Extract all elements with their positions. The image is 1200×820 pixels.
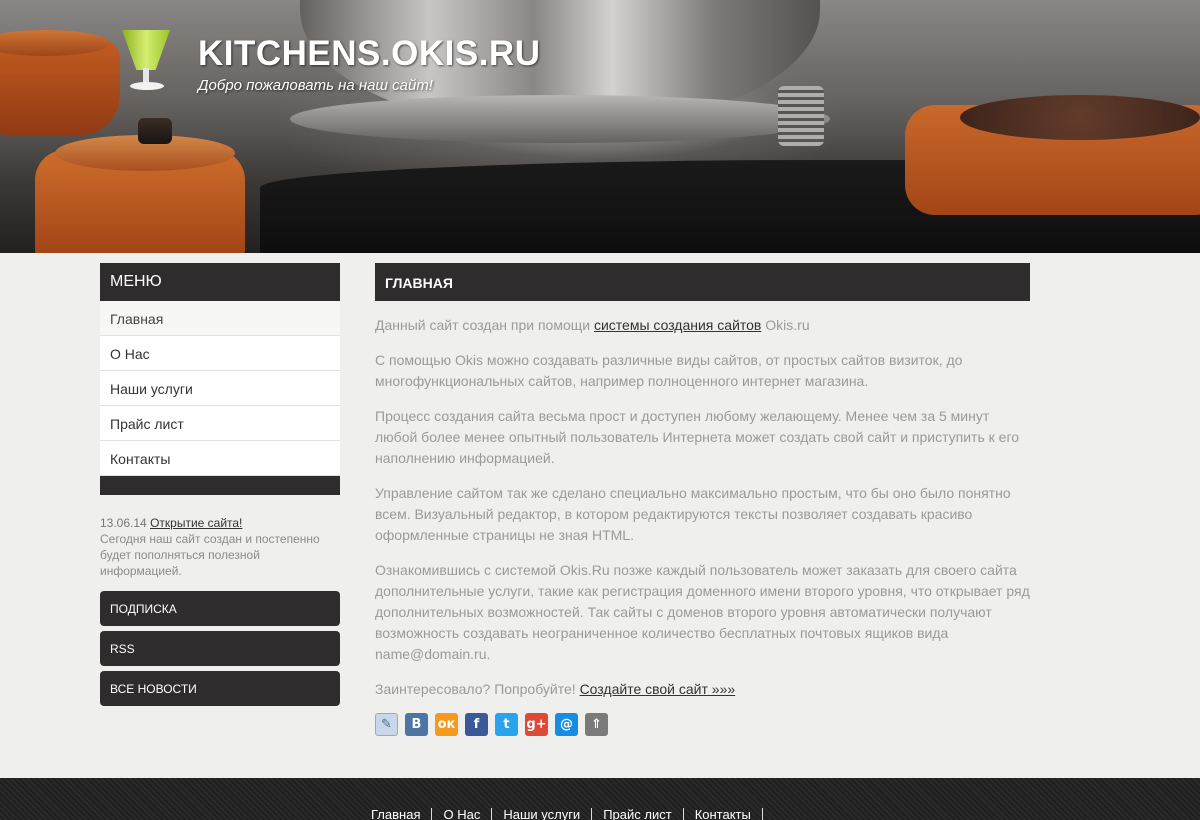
news-block: 13.06.14 Открытие сайта! Сегодня наш сай… xyxy=(100,515,340,579)
paragraph-1-text: Данный сайт создан при помощи xyxy=(375,317,594,333)
create-site-link[interactable]: Создайте свой сайт »»» xyxy=(580,681,736,697)
subscribe-button[interactable]: ПОДПИСКА xyxy=(100,591,340,626)
news-link[interactable]: Открытие сайта! xyxy=(150,516,242,530)
paragraph-1-tail: Okis.ru xyxy=(761,317,810,333)
paragraph-1: Данный сайт создан при помощи системы со… xyxy=(375,315,1030,336)
menu-item-pricelist[interactable]: Прайс лист xyxy=(100,406,340,441)
article-body: Данный сайт создан при помощи системы со… xyxy=(375,301,1030,736)
livejournal-icon[interactable]: ✎ xyxy=(375,713,398,736)
paragraph-5: Ознакомившись с системой Okis.Ru позже к… xyxy=(375,562,1030,662)
header-banner: KITCHENS.OKIS.RU Добро пожаловать на наш… xyxy=(0,0,1200,253)
twitter-icon[interactable]: t xyxy=(495,713,518,736)
mail-ru-icon[interactable]: @ xyxy=(555,713,578,736)
footer-link-about[interactable]: О Нас xyxy=(432,808,493,820)
menu-item-about[interactable]: О Нас xyxy=(100,336,340,371)
menu-title: МЕНЮ xyxy=(100,263,340,301)
rss-button[interactable]: RSS xyxy=(100,631,340,666)
menu-item-contacts[interactable]: Контакты xyxy=(100,441,340,476)
footer-link-contacts[interactable]: Контакты xyxy=(684,808,763,820)
site-logo[interactable] xyxy=(122,30,174,92)
menu-list: Главная О Нас Наши услуги Прайс лист Кон… xyxy=(100,301,340,476)
menu-item-services[interactable]: Наши услуги xyxy=(100,371,340,406)
news-date: 13.06.14 xyxy=(100,516,147,530)
news-text: Сегодня наш сайт создан и постепенно буд… xyxy=(100,532,320,578)
site-builder-link[interactable]: системы создания сайтов xyxy=(594,317,761,333)
paragraph-4: Управление сайтом так же сделано специал… xyxy=(375,485,1011,543)
paragraph-2: С помощью Okis можно создавать различные… xyxy=(375,352,963,389)
facebook-icon[interactable]: f xyxy=(465,713,488,736)
glass-base xyxy=(130,82,164,90)
footer-link-services[interactable]: Наши услуги xyxy=(492,808,593,820)
paragraph-3: Процесс создания сайта весьма прост и до… xyxy=(375,408,1020,466)
bookmark-icon[interactable]: ⇑ xyxy=(585,713,608,736)
sidebar: МЕНЮ Главная О Нас Наши услуги Прайс лис… xyxy=(100,263,340,706)
glass-icon xyxy=(122,30,170,70)
footer-link-pricelist[interactable]: Прайс лист xyxy=(592,808,684,820)
paragraph-6-text: Заинтересовало? Попробуйте! xyxy=(375,681,580,697)
menu-footer-bar xyxy=(100,476,340,495)
vkontakte-icon[interactable]: В xyxy=(405,713,428,736)
page-title: ГЛАВНАЯ xyxy=(375,263,1030,301)
all-news-button[interactable]: ВСЕ НОВОСТИ xyxy=(100,671,340,706)
footer-nav: Главная О Нас Наши услуги Прайс лист Кон… xyxy=(360,808,763,820)
footer: Главная О Нас Наши услуги Прайс лист Кон… xyxy=(0,778,1200,820)
header-overlay xyxy=(0,0,1200,253)
google-plus-icon[interactable]: g+ xyxy=(525,713,548,736)
share-bar: ✎ Вок f t g+ @ ⇑ xyxy=(375,713,1030,736)
main-content: ГЛАВНАЯ Данный сайт создан при помощи си… xyxy=(375,263,1030,736)
menu-item-home[interactable]: Главная xyxy=(100,301,340,336)
footer-link-home[interactable]: Главная xyxy=(360,808,433,820)
odnoklassniki-icon[interactable]: ок xyxy=(435,713,458,736)
site-subtitle: Добро пожаловать на наш сайт! xyxy=(198,77,433,94)
site-title[interactable]: KITCHENS.OKIS.RU xyxy=(198,34,540,74)
paragraph-6: Заинтересовало? Попробуйте! Создайте сво… xyxy=(375,679,1030,700)
